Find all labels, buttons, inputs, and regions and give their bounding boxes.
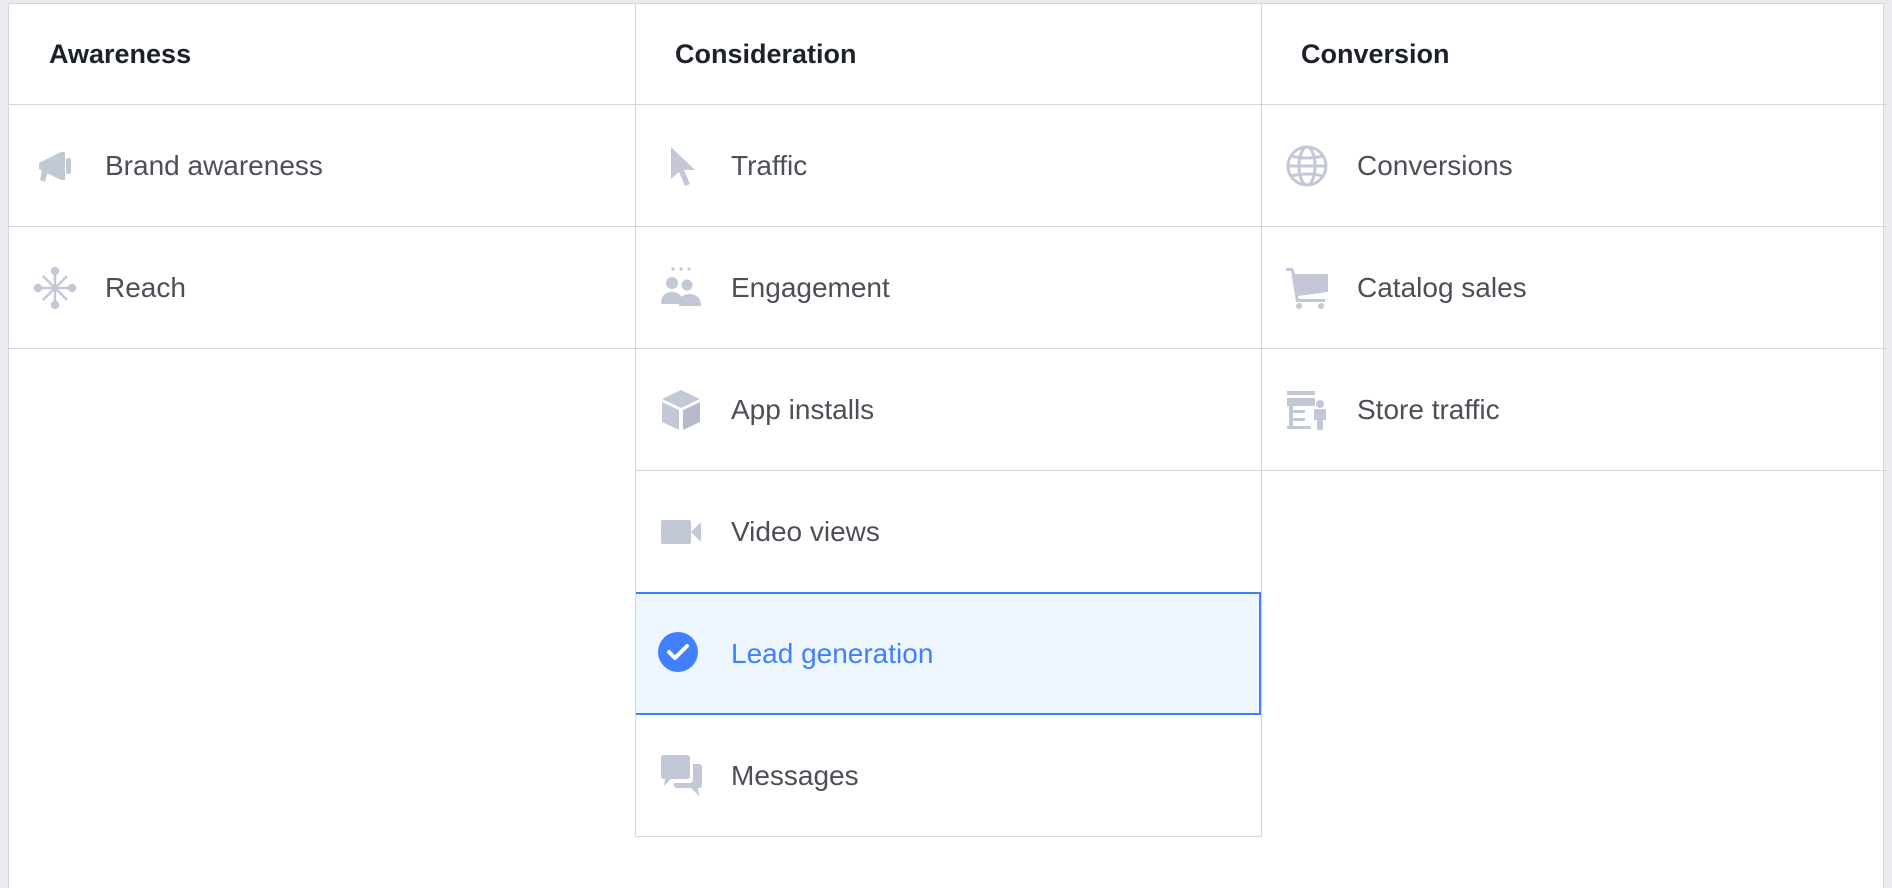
reach-network-icon (33, 266, 77, 310)
objective-label: Catalog sales (1357, 271, 1527, 303)
objective-label: Messages (731, 759, 859, 791)
column-divider (635, 4, 636, 105)
column-conversion: Conversion Conversions Catalog sales Sto… (1261, 4, 1887, 471)
globe-icon (1285, 144, 1329, 188)
objective-label: Reach (105, 271, 186, 303)
shopping-cart-icon (1285, 266, 1329, 310)
check-circle-icon (658, 632, 702, 676)
objective-picker: Awareness Brand awareness Reach Consider… (8, 3, 1887, 888)
objective-engagement[interactable]: Engagement (635, 227, 1261, 349)
megaphone-icon (33, 144, 77, 188)
objective-label: Video views (731, 515, 880, 547)
objective-label: Conversions (1357, 149, 1513, 181)
column-title-awareness: Awareness (9, 4, 635, 105)
video-camera-icon (659, 510, 703, 554)
objective-traffic[interactable]: Traffic (635, 105, 1261, 227)
column-divider (635, 105, 636, 837)
objective-label: Lead generation (731, 637, 934, 669)
objective-messages[interactable]: Messages (635, 715, 1261, 837)
objective-label: App installs (731, 393, 875, 425)
column-divider (1261, 105, 1262, 837)
cursor-icon (659, 144, 703, 188)
chat-bubbles-icon (659, 754, 703, 798)
objective-video-views[interactable]: Video views (635, 471, 1261, 593)
objective-label: Store traffic (1357, 393, 1500, 425)
objective-label: Brand awareness (105, 149, 323, 181)
objective-app-installs[interactable]: App installs (635, 349, 1261, 471)
objective-reach[interactable]: Reach (9, 227, 635, 349)
objective-label: Engagement (731, 271, 890, 303)
box-icon (659, 388, 703, 432)
column-title-consideration: Consideration (635, 4, 1261, 105)
column-title-conversion: Conversion (1261, 4, 1887, 105)
objective-store-traffic[interactable]: Store traffic (1261, 349, 1887, 471)
column-awareness: Awareness Brand awareness Reach (9, 4, 635, 349)
objective-label: Traffic (731, 149, 808, 181)
column-consideration: Consideration Traffic Engagement App ins… (635, 4, 1261, 837)
column-divider (1261, 4, 1262, 105)
people-icon (659, 266, 703, 310)
objective-lead-generation[interactable]: Lead generation (635, 592, 1261, 715)
objective-catalog-sales[interactable]: Catalog sales (1261, 227, 1887, 349)
store-person-icon (1285, 388, 1329, 432)
objective-brand-awareness[interactable]: Brand awareness (9, 105, 635, 227)
objective-conversions[interactable]: Conversions (1261, 105, 1887, 227)
